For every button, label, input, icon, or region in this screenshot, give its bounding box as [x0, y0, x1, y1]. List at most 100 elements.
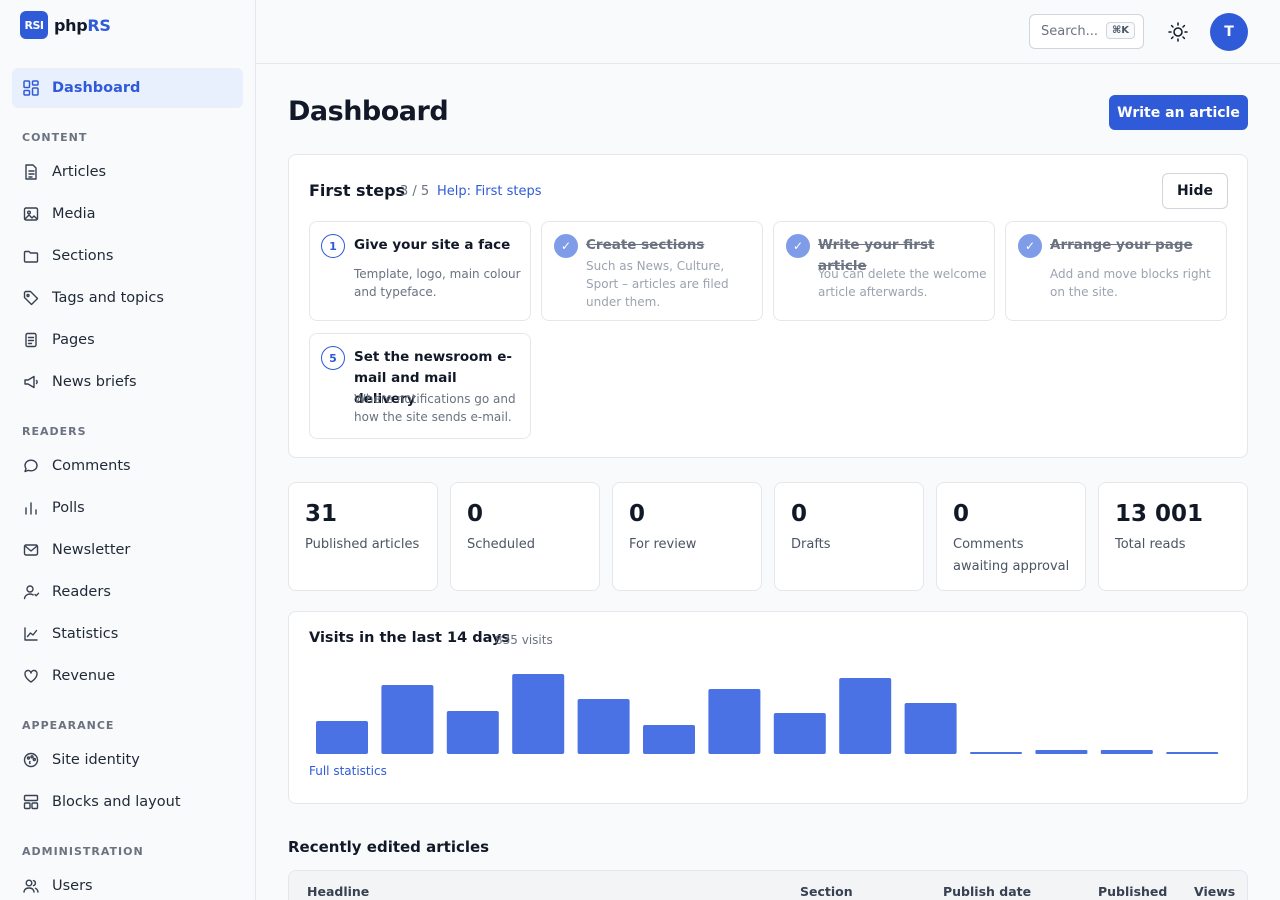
first-steps-card: First steps 3 / 5 Help: First steps Hide…: [288, 154, 1248, 458]
stat-value: 0: [629, 501, 646, 527]
sidebar-item-sections[interactable]: Sections: [12, 236, 243, 276]
dashboard-icon: [23, 80, 39, 96]
visits-bar[interactable]: [643, 725, 695, 754]
stat-label: Scheduled: [467, 537, 535, 552]
sidebar-item-label: Media: [52, 206, 96, 222]
check-icon: ✓: [554, 234, 578, 258]
stat-card[interactable]: 13 001 Total reads: [1098, 482, 1248, 591]
visits-bar[interactable]: [512, 674, 565, 754]
brand-name-accent: RS: [87, 15, 111, 35]
visits-bar[interactable]: [577, 699, 630, 754]
hide-button[interactable]: Hide: [1162, 173, 1228, 209]
stat-value: 0: [953, 501, 970, 527]
avatar[interactable]: T: [1210, 13, 1248, 51]
brand-logo: RSI: [20, 11, 48, 39]
first-steps-help-link[interactable]: Help: First steps: [437, 184, 542, 199]
sidebar-item-blocks-and-layout[interactable]: Blocks and layout: [12, 782, 243, 822]
stat-label: Drafts: [791, 537, 831, 552]
topbar: Search... ⌘K T: [256, 0, 1280, 64]
column-header-views[interactable]: Views: [1194, 884, 1235, 899]
visits-bar[interactable]: [839, 678, 892, 754]
first-step-card[interactable]: ✓ Arrange your page Add and move blocks ri…: [1005, 221, 1227, 321]
stat-card[interactable]: 0 Comments awaiting approval: [936, 482, 1086, 591]
sidebar-item-label: Users: [52, 878, 93, 894]
sidebar-item-statistics[interactable]: Statistics: [12, 614, 243, 654]
visits-bar[interactable]: [1166, 752, 1219, 754]
folder-icon: [23, 250, 39, 263]
step-title: Create sections: [586, 237, 705, 253]
brand-name-part: php: [54, 15, 88, 35]
column-header-published[interactable]: Published: [1098, 884, 1167, 899]
users-icon: [23, 879, 39, 893]
nav-section-administration: ADMINISTRATION: [22, 845, 144, 858]
comment-icon: [24, 459, 38, 473]
chart-icon: [24, 627, 38, 641]
visits-card: Visits in the last 14 days 835 visits Fu…: [288, 611, 1248, 804]
nav-section-appearance: APPEARANCE: [22, 719, 115, 732]
sidebar-item-newsletter[interactable]: Newsletter: [12, 530, 243, 570]
visits-bar[interactable]: [970, 752, 1022, 754]
layout-icon: [23, 794, 39, 810]
sidebar-item-label: News briefs: [52, 374, 137, 390]
search-shortcut: ⌘K: [1105, 22, 1135, 39]
stat-value: 13 001: [1115, 501, 1204, 527]
visits-bar[interactable]: [446, 711, 499, 754]
brand[interactable]: RSI phpRS: [0, 0, 255, 64]
full-statistics-link[interactable]: Full statistics: [309, 764, 387, 778]
visits-bar[interactable]: [708, 689, 761, 754]
check-icon: ✓: [786, 234, 810, 258]
brand-name: phpRS: [54, 16, 111, 35]
sidebar-item-articles[interactable]: Articles: [12, 152, 243, 192]
sidebar-item-tags-and-topics[interactable]: Tags and topics: [12, 278, 243, 318]
write-article-button[interactable]: Write an article: [1109, 95, 1248, 130]
sidebar-item-users[interactable]: Users: [12, 866, 243, 900]
column-header-headline[interactable]: Headline: [307, 884, 369, 899]
column-header-section[interactable]: Section: [800, 884, 853, 899]
visits-title: Visits in the last 14 days: [309, 630, 511, 646]
mail-icon: [23, 544, 39, 556]
stat-value: 0: [791, 501, 808, 527]
sidebar-item-site-identity[interactable]: Site identity: [12, 740, 243, 780]
step-title: Arrange your page: [1050, 237, 1193, 253]
theme-toggle-button[interactable]: [1164, 18, 1192, 46]
page-icon: [25, 332, 37, 348]
column-header-publish-date[interactable]: Publish date: [943, 884, 1031, 899]
first-step-card[interactable]: ✓ Write your first article You can delete …: [773, 221, 995, 321]
sidebar-item-media[interactable]: Media: [12, 194, 243, 234]
stat-card[interactable]: 0 For review: [612, 482, 762, 591]
palette-icon: [23, 752, 39, 768]
first-step-card[interactable]: ✓ Create sections Such as News, Culture, S…: [541, 221, 763, 321]
first-steps-progress: 3 / 5: [400, 184, 430, 199]
sidebar-item-label: Pages: [52, 332, 95, 348]
visits-bar[interactable]: [904, 703, 957, 754]
sidebar-item-label: Newsletter: [52, 542, 131, 558]
sidebar-item-label: Articles: [52, 164, 107, 180]
first-step-card[interactable]: 1 Give your site a face Template, logo, ma…: [309, 221, 531, 321]
stat-card[interactable]: 31 Published articles: [288, 482, 438, 591]
stat-card[interactable]: 0 Drafts: [774, 482, 924, 591]
first-step-card[interactable]: 5 Set the newsroom e-mail and mail delive…: [309, 333, 531, 439]
visits-bar[interactable]: [1035, 750, 1088, 754]
sidebar-item-label: Blocks and layout: [52, 794, 181, 810]
stat-card[interactable]: 0 Scheduled: [450, 482, 600, 591]
visits-bar[interactable]: [381, 685, 434, 754]
visits-bar-chart: [316, 674, 1219, 754]
sidebar-item-dashboard[interactable]: Dashboard: [12, 68, 243, 108]
visits-bar[interactable]: [316, 721, 368, 754]
visits-bar[interactable]: [773, 713, 826, 754]
stat-label: Published articles: [305, 537, 420, 552]
visits-bar[interactable]: [1100, 750, 1153, 754]
stat-label: For review: [629, 537, 697, 552]
sidebar-item-label: Site identity: [52, 752, 140, 768]
sidebar-item-label: Readers: [52, 584, 111, 600]
sidebar-item-pages[interactable]: Pages: [12, 320, 243, 360]
sidebar-item-news-briefs[interactable]: News briefs: [12, 362, 243, 402]
search-button[interactable]: Search... ⌘K: [1029, 14, 1144, 49]
sidebar-item-comments[interactable]: Comments: [12, 446, 243, 486]
tag-icon: [23, 290, 39, 306]
stat-value: 31: [305, 501, 338, 527]
step-description: You can delete the welcome article after…: [818, 267, 987, 299]
sidebar-item-revenue[interactable]: Revenue: [12, 656, 243, 696]
sidebar-item-readers[interactable]: Readers: [12, 572, 243, 612]
sidebar-item-polls[interactable]: Polls: [12, 488, 243, 528]
